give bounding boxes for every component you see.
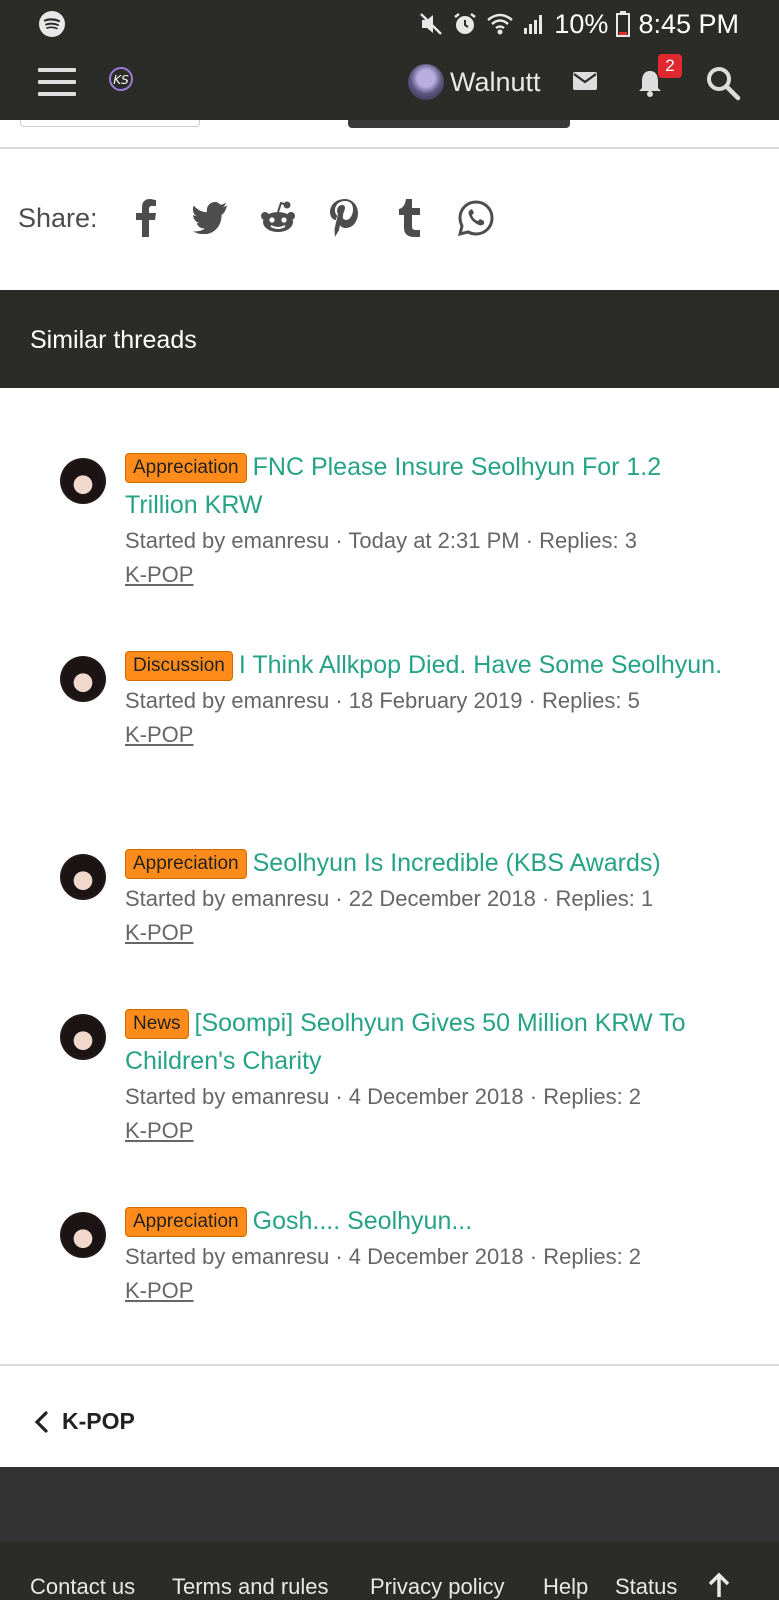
button-edge-left <box>20 120 200 127</box>
footer-link-terms[interactable]: Terms and rules <box>172 1574 329 1600</box>
breadcrumb-label: K-POP <box>62 1408 135 1434</box>
thread-body: Appreciation FNC Please Insure Seolhyun F… <box>125 448 725 592</box>
notification-badge: 2 <box>658 54 682 78</box>
footer-link-status[interactable]: Status <box>615 1574 677 1600</box>
signal-icon <box>524 15 543 34</box>
thread-meta: Started by emanresu · 22 December 2018 ·… <box>125 886 654 911</box>
divider <box>0 147 779 149</box>
divider <box>0 1364 779 1366</box>
thread-body: Appreciation Seolhyun Is Incredible (KBS … <box>125 844 725 950</box>
reddit-icon[interactable] <box>256 196 300 240</box>
thread-body: News [Soompi] Seolhyun Gives 50 Million K… <box>125 1004 725 1148</box>
thread-prefix[interactable]: News <box>125 1009 189 1039</box>
thread-forum-link[interactable]: K-POP <box>125 1274 193 1308</box>
thread-meta: Started by emanresu · Today at 2:31 PM ·… <box>125 528 637 553</box>
thread-prefix[interactable]: Appreciation <box>125 849 247 879</box>
battery-percent: 10% <box>554 8 609 39</box>
whatsapp-icon[interactable] <box>454 196 498 240</box>
button-edge-right <box>348 120 570 128</box>
author-avatar[interactable] <box>60 458 106 504</box>
hamburger-menu-icon[interactable] <box>38 68 76 98</box>
author-avatar[interactable] <box>60 854 106 900</box>
username: Walnutt <box>450 66 541 97</box>
thread-title-link[interactable]: Seolhyun Is Incredible (KBS Awards) <box>253 849 661 877</box>
wifi-icon <box>487 13 514 35</box>
spotify-icon <box>39 11 65 37</box>
thread-title-link[interactable]: Gosh.... Seolhyun... <box>253 1207 473 1235</box>
thread-title-link[interactable]: [Soompi] Seolhyun Gives 50 Million KRW T… <box>125 1009 685 1075</box>
battery-icon <box>616 11 631 37</box>
thread-prefix[interactable]: Appreciation <box>125 453 247 483</box>
similar-threads-title: Similar threads <box>30 326 197 354</box>
author-avatar[interactable] <box>60 1014 106 1060</box>
search-icon[interactable] <box>704 64 742 102</box>
user-menu[interactable]: Walnutt <box>408 64 541 100</box>
mute-icon <box>420 13 443 35</box>
top-nav-bar: KS Walnutt 2 <box>0 48 779 120</box>
thread-forum-link[interactable]: K-POP <box>125 916 193 950</box>
alarm-icon <box>454 13 477 34</box>
thread-prefix[interactable]: Appreciation <box>125 1207 247 1237</box>
share-label: Share: <box>18 202 98 233</box>
site-logo[interactable]: KS <box>106 64 136 94</box>
thread-meta: Started by emanresu · 4 December 2018 · … <box>125 1244 642 1269</box>
thread-forum-link[interactable]: K-POP <box>125 558 193 592</box>
footer-link-help[interactable]: Help <box>543 1574 588 1600</box>
thread-title-link[interactable]: I Think Allkpop Died. Have Some Seolhyun… <box>239 651 722 679</box>
similar-threads-header: Similar threads <box>0 290 779 388</box>
status-bar: 10% 8:45 PM <box>0 0 779 48</box>
svg-text:KS: KS <box>113 73 129 87</box>
thread-body: Discussion I Think Allkpop Died. Have Som… <box>125 646 725 752</box>
pinterest-icon[interactable] <box>322 196 366 240</box>
twitter-icon[interactable] <box>190 196 234 240</box>
breadcrumb-back[interactable]: K-POP <box>32 1408 135 1435</box>
clock: 8:45 PM <box>638 8 739 39</box>
facebook-icon[interactable] <box>124 196 168 240</box>
thread-forum-link[interactable]: K-POP <box>125 718 193 752</box>
author-avatar[interactable] <box>60 1212 106 1258</box>
share-bar: Share: <box>18 196 520 240</box>
footer: Contact us Terms and rules Privacy polic… <box>0 1467 779 1600</box>
arrow-up-icon[interactable] <box>708 1572 730 1598</box>
chevron-left-icon <box>34 1410 48 1433</box>
thread-forum-link[interactable]: K-POP <box>125 1114 193 1148</box>
thread-meta: Started by emanresu · 18 February 2019 ·… <box>125 688 640 713</box>
thread-meta: Started by emanresu · 4 December 2018 · … <box>125 1084 642 1109</box>
tumblr-icon[interactable] <box>388 196 432 240</box>
footer-links: Contact us Terms and rules Privacy polic… <box>0 1542 779 1600</box>
thread-body: Appreciation Gosh.... Seolhyun... Started… <box>125 1202 725 1308</box>
footer-link-privacy[interactable]: Privacy policy <box>370 1574 504 1600</box>
thread-prefix[interactable]: Discussion <box>125 651 233 681</box>
footer-link-contact[interactable]: Contact us <box>30 1574 135 1600</box>
author-avatar[interactable] <box>60 656 106 702</box>
user-avatar <box>408 64 444 100</box>
mail-icon[interactable] <box>572 70 598 92</box>
